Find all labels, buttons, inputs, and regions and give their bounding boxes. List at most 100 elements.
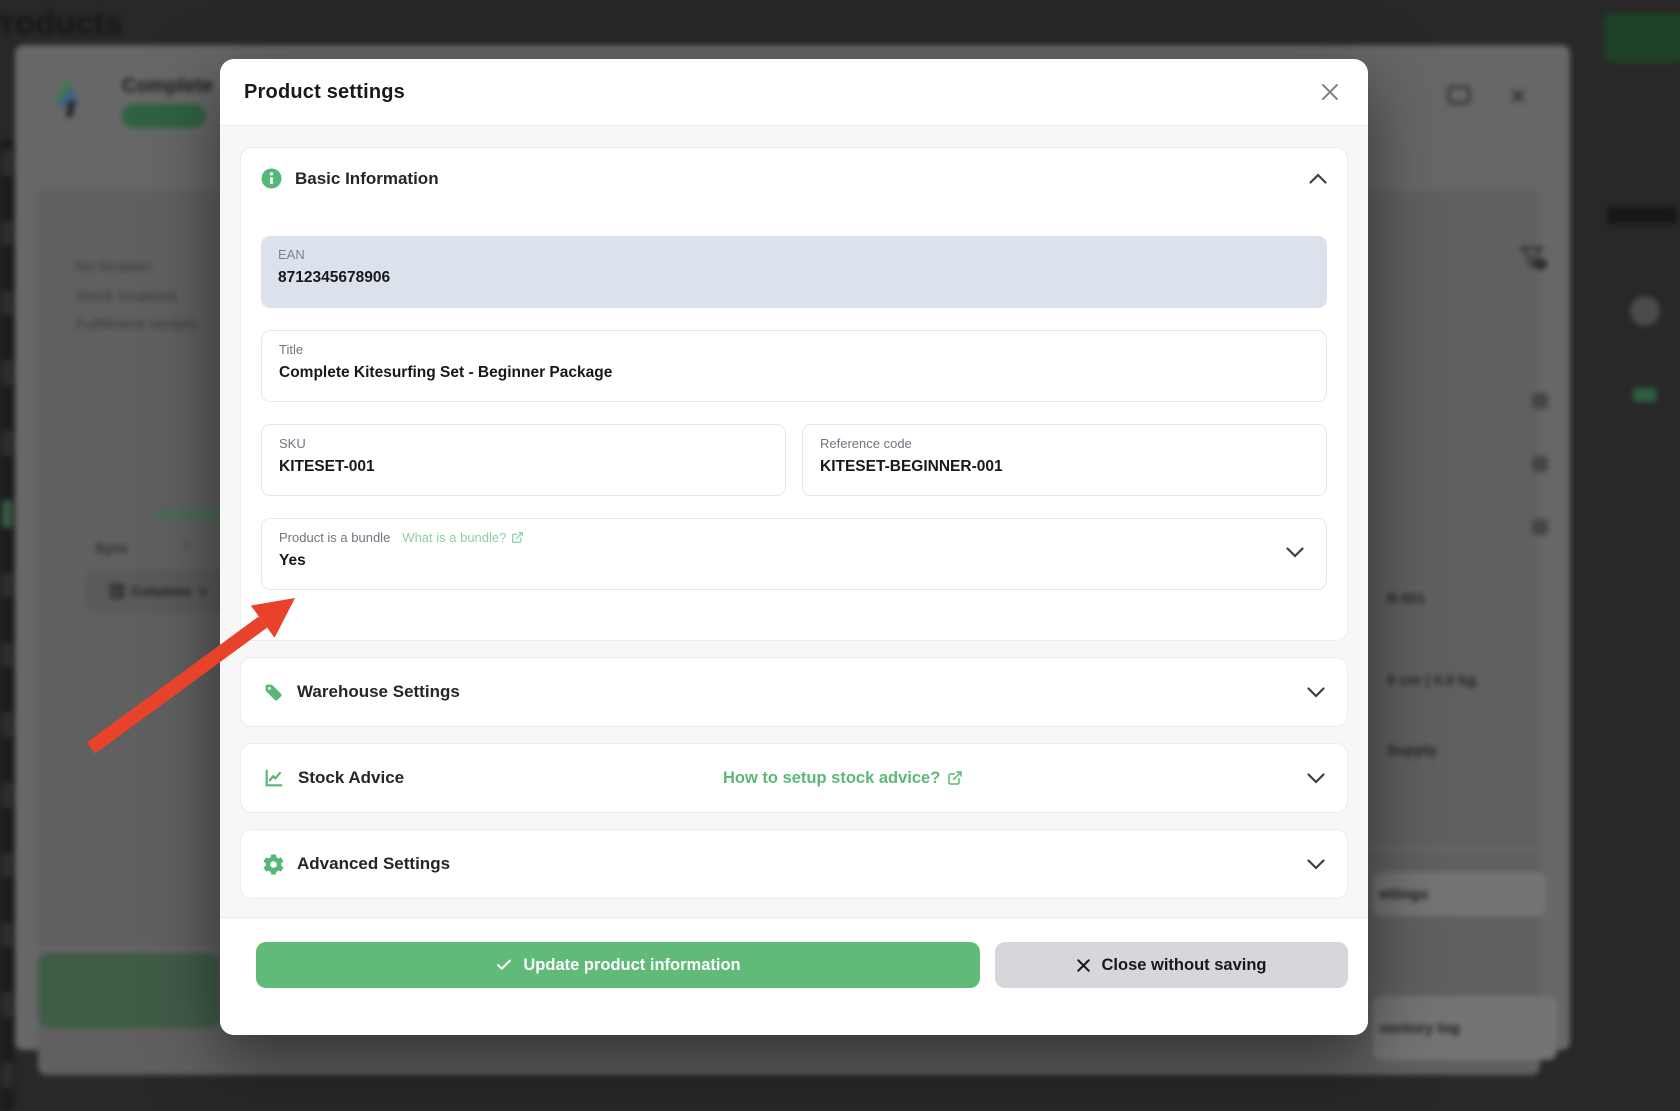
sidebar-item: [2, 1062, 12, 1088]
background-add-product-button: [1604, 13, 1680, 63]
close-without-saving-button[interactable]: Close without saving: [995, 942, 1348, 988]
stock-advice-help-label: How to setup stock advice?: [723, 769, 940, 788]
what-is-a-bundle-link[interactable]: What is a bundle?: [402, 530, 524, 545]
section-stock-advice[interactable]: Stock Advice How to setup stock advice?: [240, 743, 1348, 813]
sidebar-item: [2, 150, 12, 176]
background-row-stock-locations: Stock locations: [76, 288, 177, 305]
background-inventory-log-button: ventory log: [1373, 996, 1557, 1060]
product-settings-modal: Product settings Basic Information: [220, 59, 1368, 1035]
expand-icon: [1447, 85, 1471, 105]
chevron-down-icon: [1307, 859, 1325, 870]
bundle-label: Product is a bundle: [279, 530, 390, 545]
sidebar-item: [2, 922, 12, 948]
ean-field: EAN 8712345678906: [261, 236, 1327, 308]
external-link-icon: [947, 770, 963, 786]
divider: [38, 948, 248, 950]
section-basic-label: Basic Information: [295, 169, 439, 189]
background-text-bar: [1607, 207, 1677, 224]
title-value: Complete Kitesurfing Set - Beginner Pack…: [279, 364, 1309, 382]
tag-icon: [263, 682, 284, 703]
section-advanced-label: Advanced Settings: [297, 854, 450, 874]
divider: [1368, 848, 1540, 850]
section-basic-information: Basic Information EAN 8712345678906 Titl…: [240, 147, 1348, 641]
what-is-a-bundle-label: What is a bundle?: [402, 530, 506, 545]
sidebar-item-active: [2, 500, 12, 528]
sidebar-item: [2, 852, 12, 878]
title-field[interactable]: Title Complete Kitesurfing Set - Beginne…: [261, 330, 1327, 402]
sidebar-item: [2, 430, 12, 456]
modal-header: Product settings: [220, 59, 1368, 126]
sku-value: KITESET-001: [279, 458, 768, 476]
update-product-button[interactable]: Update product information: [256, 942, 980, 988]
background-fragment-supply: Supply: [1387, 742, 1437, 759]
filter-icon: [1520, 246, 1548, 272]
bundle-value: Yes: [279, 552, 1309, 570]
chevron-up-icon: [1309, 173, 1327, 184]
chevron-down-icon: [198, 588, 208, 595]
section-warehouse-label: Warehouse Settings: [297, 682, 460, 702]
modal-body: Basic Information EAN 8712345678906 Titl…: [220, 126, 1368, 918]
modal-footer: Update product information Close without…: [220, 918, 1368, 1035]
modal-title: Product settings: [244, 81, 405, 104]
background-row-no-location: No location: [76, 258, 151, 275]
close-without-saving-label: Close without saving: [1101, 956, 1266, 975]
background-fragment-reference: R-001: [1387, 590, 1425, 606]
columns-icon: [110, 584, 124, 598]
chart-line-icon: [263, 767, 285, 789]
chevron-down-icon: [1307, 687, 1325, 698]
background-product-title: Complete: [122, 75, 213, 98]
background-product-badge: [122, 104, 206, 128]
background-sidebar: [0, 140, 14, 1111]
section-basic-header[interactable]: Basic Information: [261, 168, 1327, 189]
sidebar-item: [2, 992, 12, 1018]
background-avatar: [1630, 296, 1660, 326]
sidebar-item: [2, 572, 12, 598]
title-label: Title: [279, 342, 1309, 357]
bundle-dropdown[interactable]: Product is a bundle What is a bundle? Ye…: [261, 518, 1327, 590]
external-link-icon: [511, 531, 524, 544]
sidebar-item: [2, 290, 12, 316]
reference-code-label: Reference code: [820, 436, 1309, 451]
gear-icon: [263, 854, 284, 875]
update-product-label: Update product information: [523, 956, 740, 975]
row-action-icon: [1532, 393, 1548, 409]
reference-code-value: KITESET-BEGINNER-001: [820, 458, 1309, 476]
background-inventory-log-label: ventory log: [1379, 1020, 1460, 1037]
sidebar-item: [2, 642, 12, 668]
sidebar-item: [2, 220, 12, 246]
section-warehouse-settings[interactable]: Warehouse Settings: [240, 657, 1348, 727]
ean-value: 8712345678906: [278, 269, 1310, 287]
background-badge: [1633, 388, 1657, 402]
background-settings-button: ettings: [1373, 872, 1546, 916]
background-settings-label: ettings: [1379, 886, 1428, 903]
section-stock-advice-label: Stock Advice: [298, 768, 404, 788]
sku-label: SKU: [279, 436, 768, 451]
sku-field[interactable]: SKU KITESET-001: [261, 424, 786, 496]
reference-code-field[interactable]: Reference code KITESET-BEGINNER-001: [802, 424, 1327, 496]
background-columns-button: Columns: [86, 571, 232, 611]
sidebar-item: [2, 782, 12, 808]
background-tab-channels: Channels: [156, 506, 224, 523]
background-primary-button: [38, 953, 220, 1028]
modal-close-button[interactable]: [1316, 78, 1344, 106]
sort-arrow-icon: ↑: [183, 537, 190, 553]
chevron-down-icon: [1286, 545, 1304, 563]
stock-advice-help-link[interactable]: How to setup stock advice?: [723, 744, 963, 812]
x-icon: [1076, 958, 1091, 973]
section-advanced-settings[interactable]: Advanced Settings: [240, 829, 1348, 899]
sidebar-item: [2, 360, 12, 386]
row-action-icon: [1532, 456, 1548, 472]
background-columns-label: Columns: [131, 583, 191, 599]
chevron-down-icon: [1307, 773, 1325, 784]
sidebar-item: [2, 712, 12, 738]
close-icon: [1509, 87, 1527, 105]
close-icon: [1319, 81, 1341, 103]
product-logo: [48, 72, 84, 122]
ean-label: EAN: [278, 247, 1310, 262]
row-action-icon: [1532, 519, 1548, 535]
check-icon: [495, 956, 513, 974]
background-table-header-sync: Sync: [95, 540, 128, 556]
background-fragment-dimensions: 0 cm | 0.0 kg: [1387, 672, 1476, 689]
background-row-fulfillment: Fulfillment centers: [76, 316, 198, 333]
info-icon: [261, 168, 282, 189]
